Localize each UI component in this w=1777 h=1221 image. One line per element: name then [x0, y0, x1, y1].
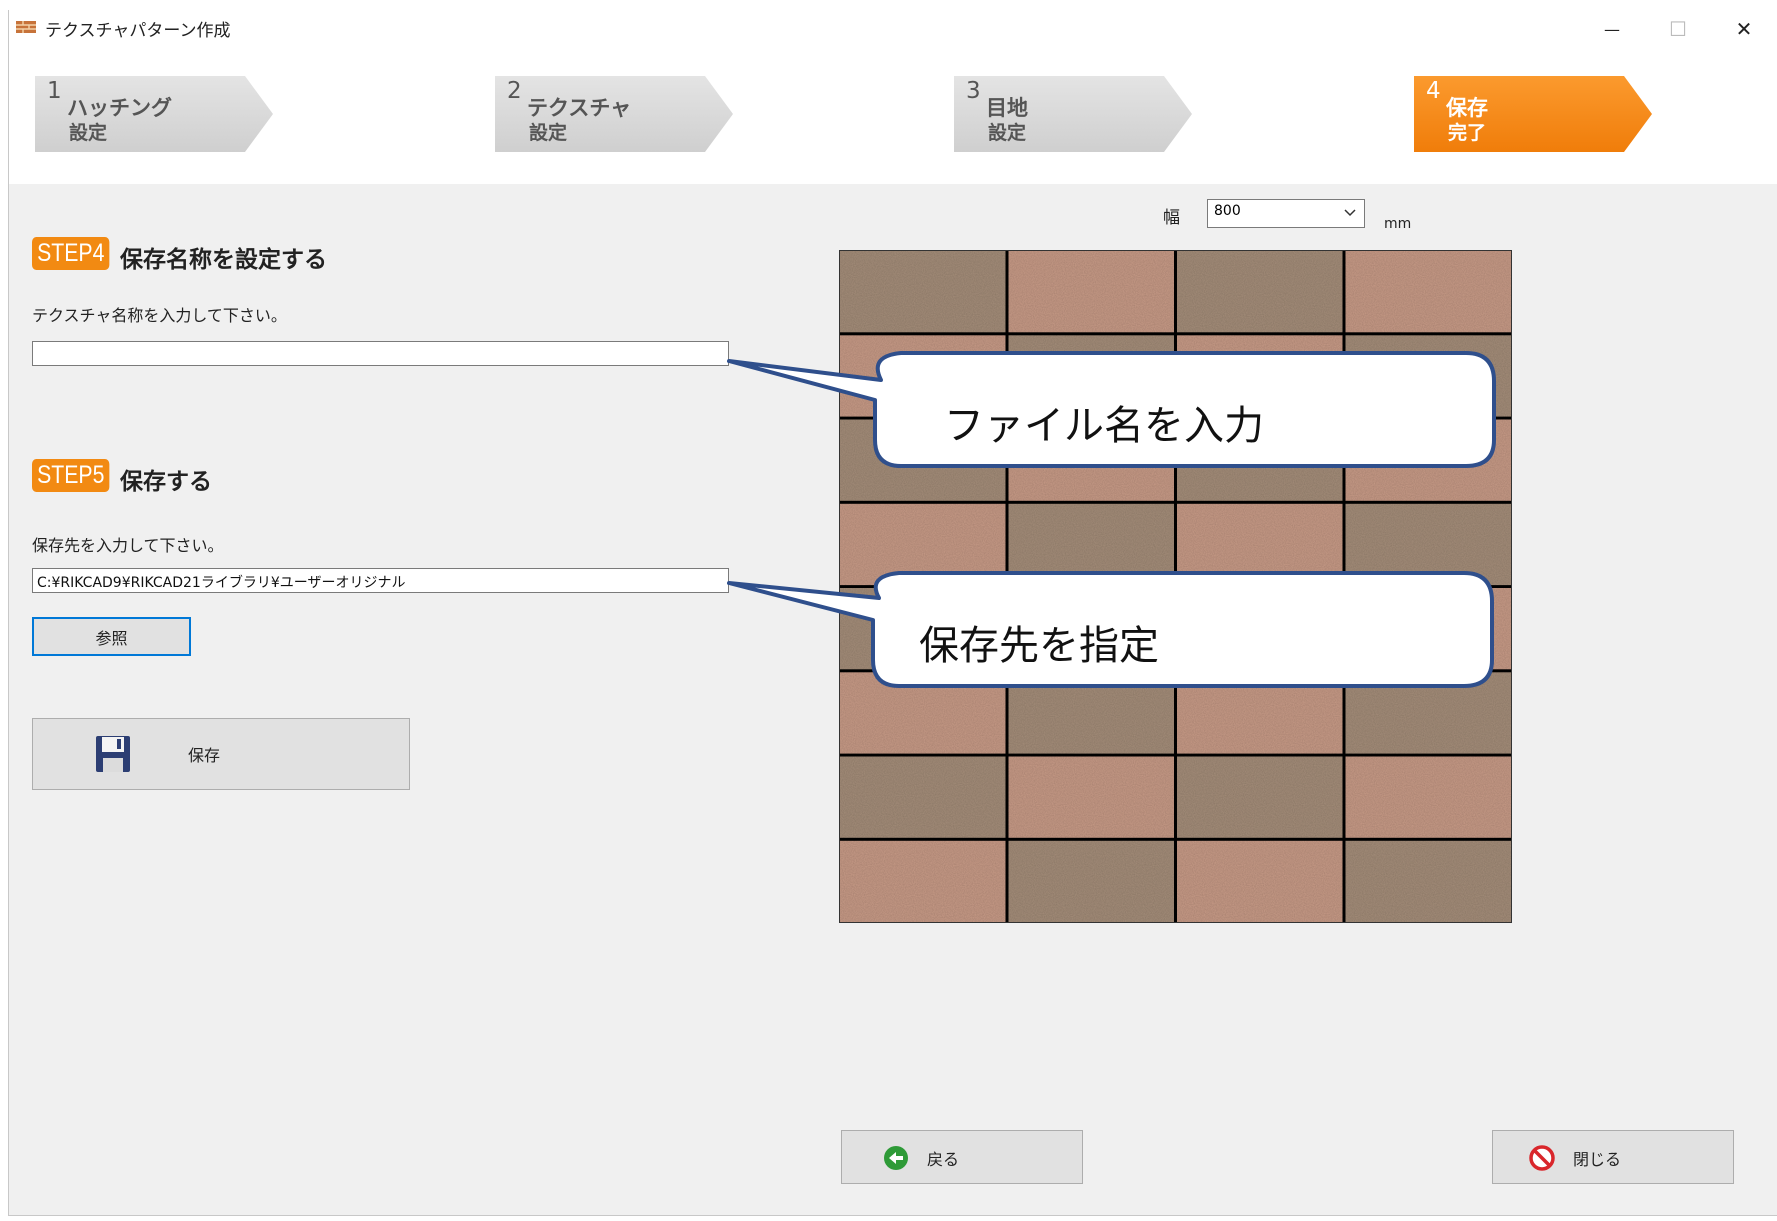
no-entry-icon	[1529, 1145, 1555, 1171]
callout-destination-text: 保存先を指定	[919, 623, 1159, 669]
callout-filename-text: ファイル名を入力	[944, 403, 1264, 449]
close-button[interactable]: 閉じる	[1492, 1130, 1734, 1184]
close-button-label: 閉じる	[1573, 1150, 1622, 1169]
texture-pattern-window: テクスチャパターン作成 — ☐ ✕ 1 ハッチング 設定 2 テクスチャ 設定 …	[8, 10, 1777, 1216]
back-button-label: 戻る	[927, 1150, 960, 1169]
back-arrow-icon	[884, 1146, 908, 1170]
callout-layer	[727, 351, 1496, 688]
back-button[interactable]: 戻る	[841, 1130, 1083, 1184]
